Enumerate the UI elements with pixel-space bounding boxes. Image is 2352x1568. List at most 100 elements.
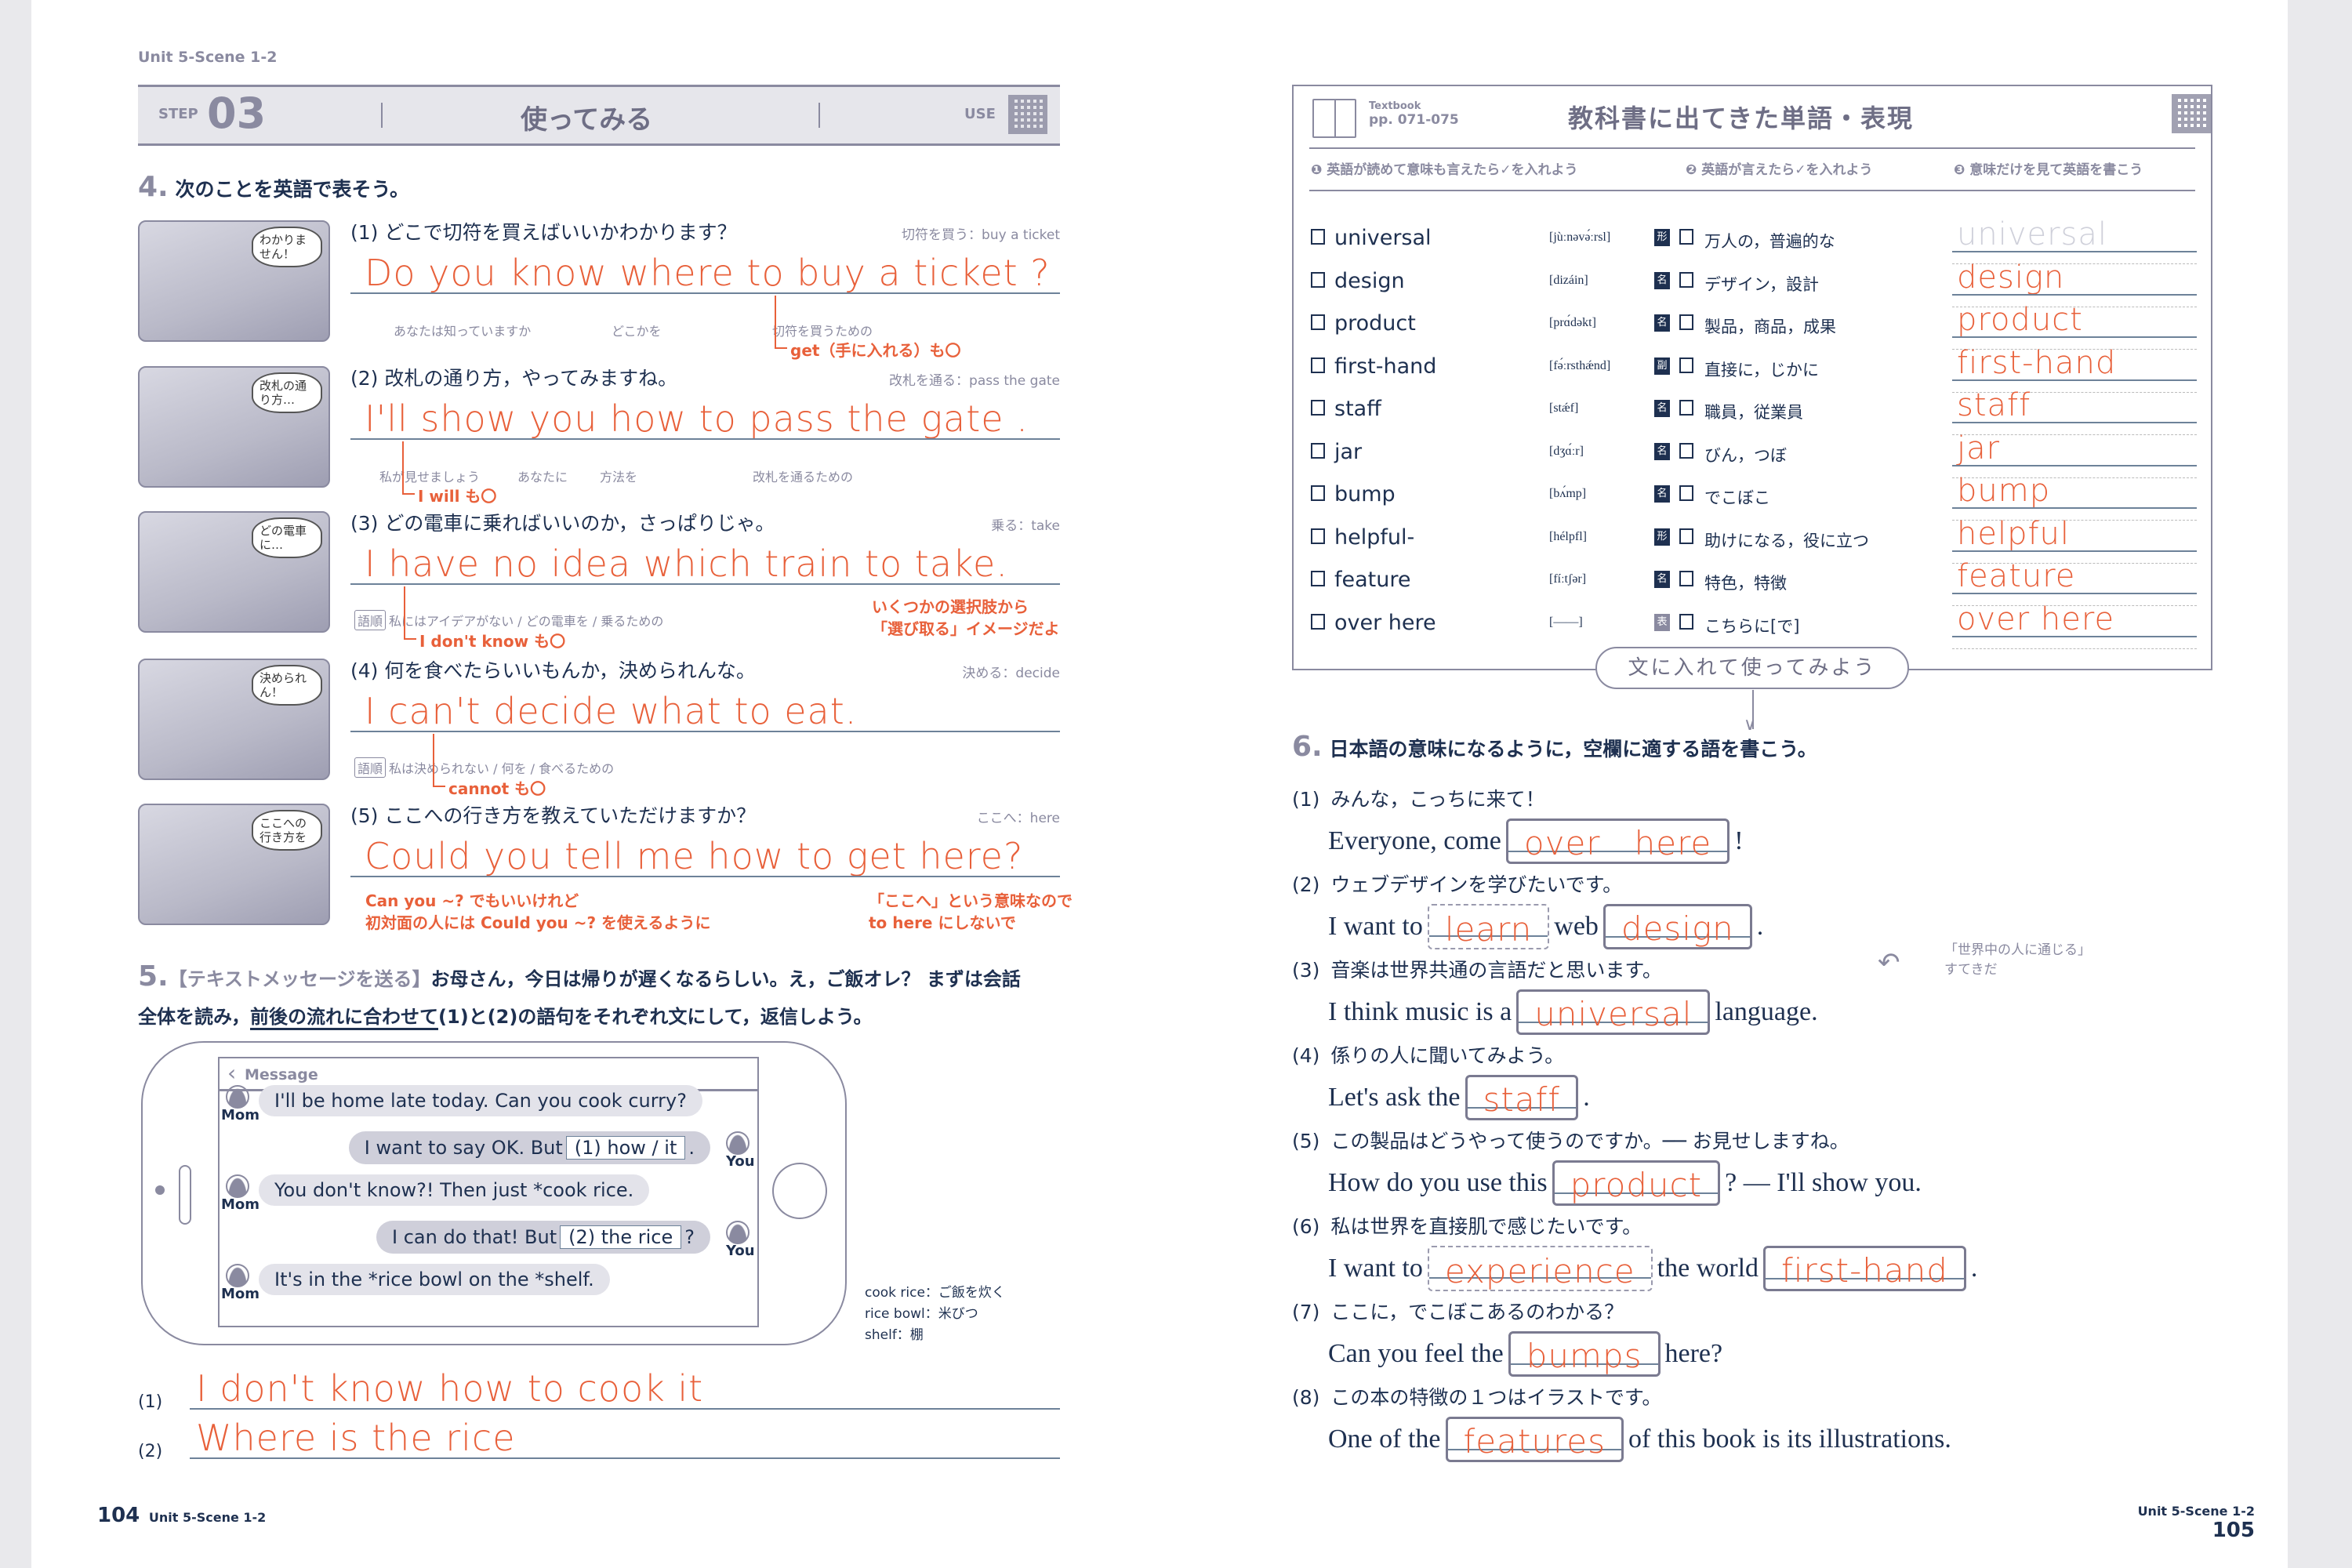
- checkbox-say[interactable]: [1679, 571, 1693, 586]
- answer-box[interactable]: staff: [1465, 1075, 1579, 1120]
- checkbox-say[interactable]: [1679, 314, 1693, 330]
- vocab-row: product [prɑ́dəkt] 名 製品，商品，成果 product: [1294, 302, 2214, 350]
- bracket: [775, 296, 787, 349]
- checkbox-read[interactable]: [1311, 229, 1325, 245]
- checkbox-read[interactable]: [1311, 613, 1325, 630]
- glossary-item: shelf：棚: [865, 1327, 924, 1343]
- textbook-icon: [1312, 99, 1356, 138]
- checkbox-read[interactable]: [1311, 485, 1325, 501]
- speech-bubble: わかりません！: [252, 227, 322, 267]
- checkbox-say[interactable]: [1679, 400, 1693, 416]
- writing-line: [1952, 336, 2197, 338]
- checkbox-read[interactable]: [1311, 314, 1325, 330]
- sentence-text: ? — I'll show you.: [1725, 1168, 1922, 1197]
- checkbox-read[interactable]: [1311, 400, 1325, 416]
- question-english: Let's ask the staff.: [1328, 1075, 1590, 1120]
- section-text: 全体を読み，: [138, 1006, 251, 1028]
- meaning: 万人の，普遍的な: [1704, 232, 1835, 251]
- back-chevron-icon[interactable]: ‹: [227, 1060, 236, 1086]
- item-number: (5): [1292, 1130, 1320, 1152]
- vocab-row: staff [stǽf] 名 職員，従業員 staff: [1294, 387, 2214, 435]
- meaning: こちらに[で]: [1704, 616, 1800, 636]
- checkbox-read[interactable]: [1311, 442, 1325, 459]
- written-answer: helpful: [1957, 515, 2071, 552]
- answer-text: design: [1621, 909, 1734, 948]
- answer-box[interactable]: product: [1552, 1160, 1721, 1206]
- answer-text: Where is the rice: [196, 1417, 516, 1459]
- answer-line: [350, 438, 1060, 440]
- vocab-word: helpful-: [1334, 524, 1415, 550]
- gloss: 私にはアイデアがない / どの電車を / 乗るための: [389, 614, 664, 629]
- avatar-you: [726, 1221, 750, 1244]
- section-6-heading: 6. 日本語の意味になるように，空欄に適する語を書こう。: [1292, 731, 1817, 763]
- checkbox-read[interactable]: [1311, 571, 1325, 586]
- answer-box[interactable]: learn: [1427, 904, 1550, 949]
- illustration: ここへの行き方を: [138, 804, 330, 925]
- writing-line: [1952, 379, 2197, 381]
- qr-code-icon: [2172, 94, 2211, 133]
- answer-box[interactable]: experience: [1427, 1246, 1653, 1291]
- sender-name: You: [726, 1153, 755, 1170]
- message-text: .: [688, 1137, 695, 1159]
- item-number: (1): [350, 221, 379, 244]
- checkbox-read[interactable]: [1311, 528, 1325, 544]
- sentence-text: .: [1583, 1083, 1590, 1112]
- glossary: cook rice：ご飯を炊く rice bowl：米びつ shelf：棚: [865, 1283, 1005, 1346]
- phonetic: [prɑ́dəkt]: [1549, 316, 1596, 329]
- vocab-row: design [dizáin] 名 デザイン，設計 design: [1294, 260, 2214, 307]
- answer-box[interactable]: design: [1602, 904, 1752, 949]
- avatar-mom: [226, 1264, 249, 1287]
- checkbox-read[interactable]: [1311, 357, 1325, 373]
- checkbox-say[interactable]: [1679, 485, 1693, 501]
- answer-text: I'll show you how to pass the gate .: [365, 397, 1029, 440]
- avatar-you: [726, 1131, 750, 1155]
- sentence-text: I think music is a: [1328, 997, 1512, 1026]
- writing-line: [1952, 635, 2197, 637]
- use-in-sentence-label: 文に入れて使ってみよう: [1595, 647, 1909, 689]
- section-4-heading: 4. 次のことを英語で表そう。: [138, 171, 409, 203]
- checkbox-say[interactable]: [1679, 442, 1693, 459]
- message-text: I can do that! But: [392, 1226, 557, 1248]
- question-japanese: (6) 私は世界を直接肌で感じたいです。: [1292, 1211, 1642, 1240]
- phonetic: [dʒɑ́ːr]: [1549, 444, 1584, 458]
- answer-box[interactable]: bumps: [1508, 1331, 1661, 1377]
- prompt: (4) 何を食べたらいいもんか，決められんな。: [350, 655, 756, 684]
- checkbox-say[interactable]: [1679, 528, 1693, 544]
- answer-box[interactable]: features: [1445, 1417, 1624, 1462]
- page-footer-left: 104 Unit 5-Scene 1-2: [97, 1504, 266, 1527]
- sender-name: You: [726, 1243, 755, 1259]
- writing-line: [1952, 293, 2197, 296]
- sentence-text: .: [1756, 912, 1764, 941]
- note: Can you ~? でもいいけれど: [365, 891, 579, 910]
- answer-box[interactable]: over here: [1505, 818, 1730, 864]
- note: get（手に入れる）も〇: [790, 341, 961, 360]
- section-number: 4.: [138, 171, 169, 203]
- item-number: (3): [1292, 959, 1320, 982]
- question-japanese: (4) 係りの人に聞いてみよう。: [1292, 1040, 1564, 1069]
- answer-box[interactable]: first-hand: [1763, 1246, 1966, 1291]
- checkbox-read[interactable]: [1311, 271, 1325, 288]
- checkbox-say[interactable]: [1679, 271, 1693, 288]
- note: cannot も〇: [448, 779, 546, 798]
- checkbox-say[interactable]: [1679, 357, 1693, 373]
- speech-bubble: ここへの行き方を: [252, 810, 322, 851]
- answer-text: Do you know where to buy a ticket ?: [365, 252, 1051, 294]
- sender-name: Mom: [221, 1286, 260, 1302]
- phonetic: [dizáin]: [1549, 273, 1588, 287]
- hint: ここへ：here: [976, 811, 1060, 826]
- avatar-mom: [226, 1085, 249, 1109]
- checkbox-say[interactable]: [1679, 613, 1693, 630]
- checkbox-say[interactable]: [1679, 229, 1693, 245]
- part-of-speech-badge: 名: [1654, 400, 1670, 417]
- prompt: (2) 改札の通り方，やってみますね。: [350, 363, 677, 391]
- sentence-text: Everyone, come: [1328, 826, 1501, 855]
- section-tag: 【テキストメッセージを送る】: [168, 968, 431, 990]
- writing-line: [1952, 550, 2197, 552]
- meaning: 助けになる，役に立つ: [1704, 531, 1869, 550]
- answer-box[interactable]: universal: [1516, 989, 1711, 1035]
- question-english: How do you use this product ? — I'll show …: [1328, 1160, 1922, 1206]
- page-number: 105: [2212, 1519, 2255, 1542]
- answer-number: (2): [138, 1442, 163, 1461]
- side-note: 「世界中の人に通じる」 すてきだ: [1944, 941, 2091, 980]
- written-answer: over here: [1957, 601, 2115, 637]
